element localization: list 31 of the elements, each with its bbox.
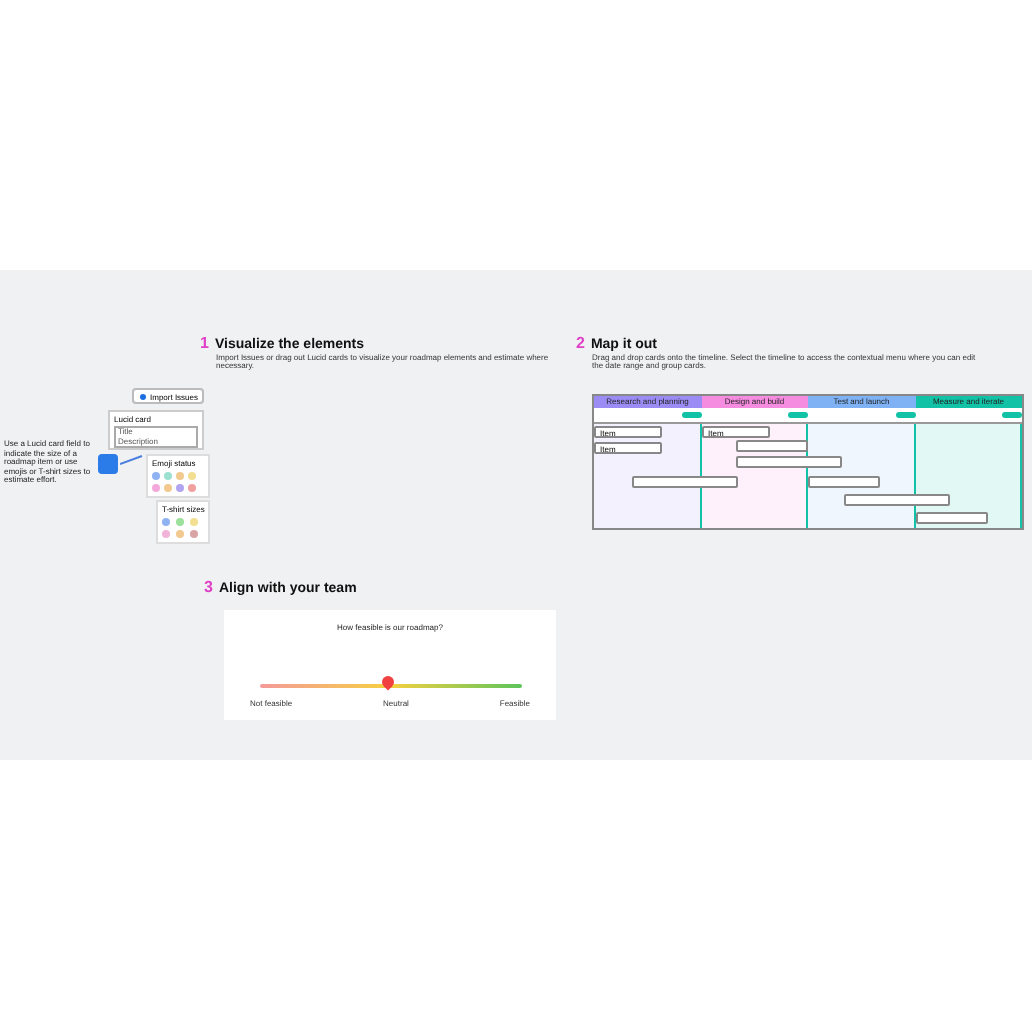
status-dot[interactable] [162, 518, 170, 526]
step-number: 2 [576, 334, 585, 352]
roadmap-card[interactable] [736, 440, 808, 452]
roadmap-card[interactable] [916, 512, 988, 524]
status-dot[interactable] [164, 484, 172, 492]
status-dot[interactable] [190, 530, 198, 538]
status-dot[interactable] [176, 484, 184, 492]
status-dot[interactable] [164, 472, 172, 480]
step-number: 3 [204, 578, 213, 596]
status-dot[interactable] [176, 518, 184, 526]
status-dot[interactable] [190, 518, 198, 526]
roadmap-card[interactable] [736, 456, 842, 468]
roadmap-card[interactable] [844, 494, 950, 506]
step-number: 1 [200, 334, 209, 352]
status-dot[interactable] [152, 472, 160, 480]
roadmap-card[interactable] [632, 476, 738, 488]
status-dot[interactable] [188, 484, 196, 492]
connector-line [120, 454, 144, 466]
slider-thumb[interactable] [378, 673, 396, 691]
logo-icon [140, 393, 146, 399]
status-dot[interactable] [188, 472, 196, 480]
date-marker [1002, 412, 1022, 418]
status-dot[interactable] [152, 484, 160, 492]
status-dot[interactable] [162, 530, 170, 538]
date-marker [788, 412, 808, 418]
date-marker [895, 412, 915, 418]
date-marker [681, 412, 701, 418]
status-dot[interactable] [176, 472, 184, 480]
card-icon[interactable] [98, 454, 118, 474]
status-dot[interactable] [176, 530, 184, 538]
roadmap-card[interactable] [808, 476, 880, 488]
